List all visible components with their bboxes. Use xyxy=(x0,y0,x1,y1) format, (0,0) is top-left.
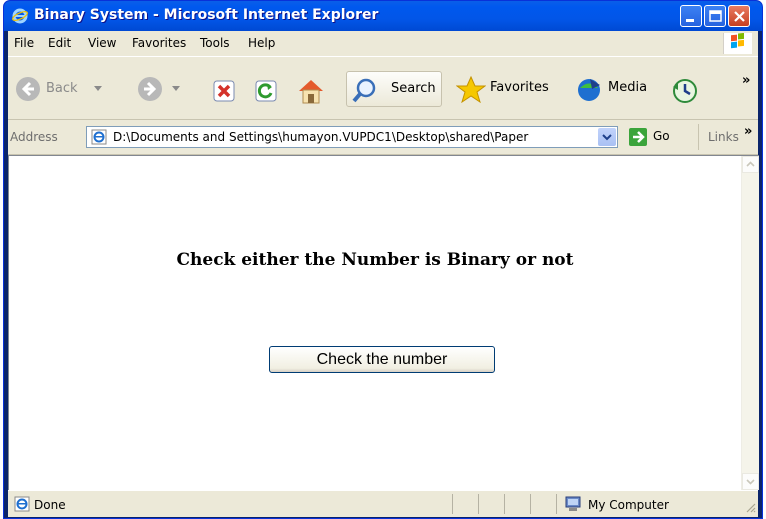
menu-tools[interactable]: Tools xyxy=(200,36,230,50)
scroll-up-button[interactable] xyxy=(742,156,759,173)
title-bar[interactable]: Binary System - Microsoft Internet Explo… xyxy=(4,1,762,31)
links-overflow-chevron[interactable]: » xyxy=(744,124,752,139)
page-heading: Check either the Number is Binary or not xyxy=(176,250,574,270)
scroll-up-icon xyxy=(746,161,755,167)
resize-grip-icon[interactable] xyxy=(744,501,756,513)
status-panel-divider xyxy=(478,494,479,514)
menu-view[interactable]: View xyxy=(88,36,116,50)
forward-arrow-icon xyxy=(138,77,162,101)
links-label[interactable]: Links xyxy=(708,130,739,144)
page-content: Check either the Number is Binary or not… xyxy=(8,155,759,490)
page-status-icon xyxy=(14,496,30,512)
address-value: D:\Documents and Settings\humayon.VUPDC1… xyxy=(113,130,529,144)
status-panel-divider xyxy=(504,494,505,514)
address-label: Address xyxy=(10,130,58,144)
search-button[interactable]: Search xyxy=(346,71,442,107)
go-button[interactable]: Go xyxy=(628,126,678,148)
menu-help[interactable]: Help xyxy=(248,36,275,50)
address-input[interactable]: D:\Documents and Settings\humayon.VUPDC1… xyxy=(86,126,618,148)
forward-dropdown-icon xyxy=(172,86,180,91)
maximize-button[interactable] xyxy=(704,5,726,27)
ie-window: Binary System - Microsoft Internet Explo… xyxy=(3,0,763,519)
status-panel-divider xyxy=(556,494,557,514)
minimize-icon xyxy=(686,19,694,22)
toolbar-overflow-chevron[interactable]: » xyxy=(742,73,750,88)
status-text: Done xyxy=(34,498,66,512)
search-icon xyxy=(352,78,376,103)
media-icon xyxy=(578,79,600,101)
window-title: Binary System - Microsoft Internet Explo… xyxy=(34,7,379,23)
menu-bar: File Edit View Favorites Tools Help xyxy=(8,31,758,57)
media-label: Media xyxy=(608,80,648,95)
menu-edit[interactable]: Edit xyxy=(48,36,71,50)
address-dropdown-button[interactable] xyxy=(598,128,616,146)
page-icon xyxy=(91,129,107,145)
status-panel-divider xyxy=(530,494,531,514)
stop-icon[interactable] xyxy=(212,79,236,103)
media-button[interactable]: Media xyxy=(574,73,664,105)
favorites-star-icon xyxy=(456,75,486,103)
check-number-button[interactable]: Check the number xyxy=(269,346,495,373)
close-button[interactable] xyxy=(728,5,750,27)
home-icon[interactable] xyxy=(296,77,326,105)
minimize-button[interactable] xyxy=(680,5,702,27)
favorites-button[interactable]: Favorites xyxy=(454,73,566,105)
history-icon[interactable] xyxy=(670,77,700,105)
back-label: Back xyxy=(46,81,78,96)
my-computer-icon xyxy=(565,496,581,511)
back-button[interactable]: Back xyxy=(14,75,114,103)
security-zone-text: My Computer xyxy=(588,498,669,512)
standard-toolbar: Back Search Favorites Media » xyxy=(8,57,758,120)
windows-logo-icon xyxy=(723,32,752,54)
maximize-icon xyxy=(709,10,722,22)
menu-file[interactable]: File xyxy=(14,36,34,50)
scroll-down-button[interactable] xyxy=(742,473,759,490)
go-arrow-icon xyxy=(629,128,647,146)
forward-button[interactable] xyxy=(136,75,186,103)
back-arrow-icon xyxy=(16,77,40,101)
scroll-down-icon xyxy=(746,479,755,485)
menu-favorites[interactable]: Favorites xyxy=(132,36,186,50)
go-label: Go xyxy=(653,129,670,143)
vertical-scrollbar[interactable] xyxy=(741,156,759,490)
ie-logo-icon xyxy=(12,8,28,24)
address-bar: Address D:\Documents and Settings\humayo… xyxy=(8,120,758,155)
status-panel-divider xyxy=(452,494,453,514)
favorites-label: Favorites xyxy=(490,80,549,95)
close-icon xyxy=(734,11,745,22)
search-label: Search xyxy=(391,81,436,96)
refresh-icon[interactable] xyxy=(254,79,278,103)
back-dropdown-icon xyxy=(94,86,102,91)
toolbar-separator xyxy=(698,124,699,150)
status-bar: Done My Computer xyxy=(8,490,758,517)
chevron-down-icon xyxy=(602,134,612,141)
